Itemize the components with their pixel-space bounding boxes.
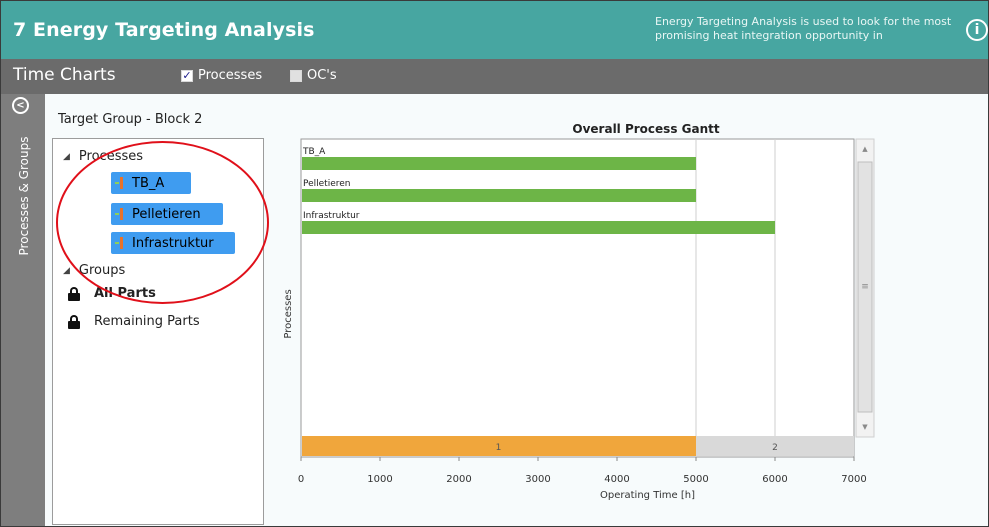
- process-label: Pelletieren: [132, 206, 201, 222]
- chart-title: Overall Process Gantt: [572, 122, 719, 136]
- expand-arrow-icon[interactable]: ◢: [63, 266, 70, 276]
- window-title: 7 Energy Targeting Analysis: [13, 19, 315, 41]
- process-label: TB_A: [132, 175, 165, 191]
- gantt-chart-svg: Overall Process Gantt Processes TB_A Pellet…: [283, 122, 875, 501]
- checkbox-unchecked-icon[interactable]: [290, 69, 302, 82]
- scroll-up-icon[interactable]: ▲: [862, 145, 868, 153]
- tree-item-process[interactable]: Pelletieren: [111, 203, 223, 225]
- tree-item-all-parts[interactable]: All Parts: [67, 286, 156, 301]
- x-tick-label: 7000: [841, 474, 866, 485]
- ocs-checkbox-label: OC's: [307, 68, 337, 83]
- tree-node-label: Processes: [78, 149, 144, 164]
- tree-node-processes[interactable]: ◢ Processes: [63, 149, 143, 164]
- process-label: Infrastruktur: [132, 235, 214, 251]
- processes-checkbox-label: Processes: [198, 68, 263, 83]
- x-tick-label: 1000: [367, 474, 392, 485]
- time-charts-bar: Time Charts ✓ Processes OC's: [1, 59, 988, 94]
- bar-label: Pelletieren: [303, 179, 351, 189]
- tree-item-process[interactable]: TB_A: [111, 172, 191, 194]
- tree-node-label: Groups: [78, 263, 126, 278]
- info-icon[interactable]: i: [966, 19, 988, 41]
- x-tick-label: 3000: [525, 474, 550, 485]
- section-title: Time Charts: [13, 65, 116, 85]
- checkbox-checked-icon[interactable]: ✓: [181, 69, 193, 82]
- process-icon: [115, 236, 127, 250]
- period-label: 2: [772, 443, 778, 453]
- x-tick-label: 6000: [762, 474, 787, 485]
- group-label: All Parts: [94, 286, 156, 301]
- process-icon: [115, 207, 127, 221]
- title-bar: 7 Energy Targeting Analysis Energy Targe…: [1, 1, 988, 59]
- x-axis-label: Operating Time [h]: [600, 490, 695, 501]
- y-axis-label: Processes: [283, 289, 294, 338]
- gantt-chart: Overall Process Gantt Processes TB_A Pellet…: [271, 99, 988, 526]
- processes-groups-rail[interactable]: < Processes & Groups: [1, 94, 45, 526]
- processes-checkbox[interactable]: ✓ Processes: [181, 68, 262, 83]
- gantt-bar[interactable]: [302, 221, 775, 234]
- tree-item-remaining-parts[interactable]: Remaining Parts: [67, 314, 200, 329]
- tree-item-process[interactable]: Infrastruktur: [111, 232, 235, 254]
- x-tick-label: 4000: [604, 474, 629, 485]
- scroll-down-icon[interactable]: ▼: [862, 423, 868, 431]
- group-label: Remaining Parts: [94, 314, 200, 329]
- rail-label[interactable]: Processes & Groups: [17, 126, 31, 266]
- x-tick-label: 5000: [683, 474, 708, 485]
- process-icon: [115, 176, 127, 190]
- plot-area: [300, 138, 855, 458]
- app-window: 7 Energy Targeting Analysis Energy Targe…: [0, 0, 989, 527]
- lock-icon: [67, 314, 81, 329]
- scrollbar-grip-icon[interactable]: ≡: [861, 282, 869, 292]
- ocs-checkbox[interactable]: OC's: [290, 68, 337, 83]
- x-tick-label: 0: [298, 474, 304, 485]
- gantt-bar[interactable]: [302, 157, 696, 170]
- x-tick-label: 2000: [446, 474, 471, 485]
- period-label: 1: [496, 443, 502, 453]
- bar-label: Infrastruktur: [303, 211, 360, 221]
- process-tree: ◢ Processes TB_A Pelletieren Infrastrukt…: [52, 138, 264, 525]
- expand-arrow-icon[interactable]: ◢: [63, 152, 70, 162]
- target-group-title: Target Group - Block 2: [58, 112, 203, 127]
- window-description: Energy Targeting Analysis is used to loo…: [655, 15, 952, 42]
- bar-label: TB_A: [302, 147, 326, 157]
- tree-node-groups[interactable]: ◢ Groups: [63, 263, 125, 278]
- lock-icon: [67, 286, 81, 301]
- chevron-left-icon[interactable]: <: [12, 97, 29, 114]
- gantt-bar[interactable]: [302, 189, 696, 202]
